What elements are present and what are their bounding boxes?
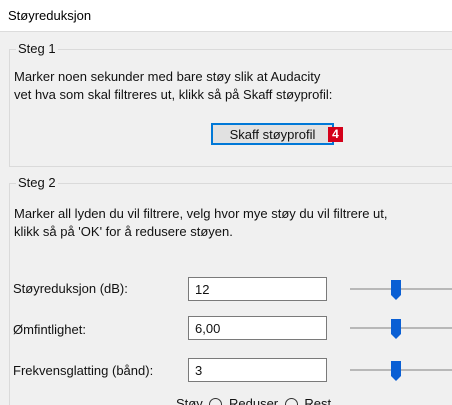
step2-instruction-line1: Marker all lyden du vil filtrere, velg h… [14,206,388,221]
slider-thumb[interactable] [391,280,401,300]
reduce-radio[interactable] [209,398,223,405]
title-bar: Støyreduksjon [0,0,452,32]
frequency-smoothing-input[interactable] [188,358,327,382]
slider-thumb[interactable] [391,361,401,381]
noise-reduction-input[interactable] [188,277,327,301]
get-noise-profile-button[interactable]: Skaff støyprofil [211,123,334,145]
reduce-radio-label: Reduser [228,396,279,405]
noise-reduction-label: Støyreduksjon (dB): [13,281,128,296]
frequency-smoothing-slider[interactable] [350,358,452,382]
step-number-badge: 4 [328,127,343,142]
noise-radio-row: Støy Reduser Rest [176,396,331,405]
step2-legend: Steg 2 [16,175,58,190]
residue-radio-label: Rest [304,396,332,405]
step1-instruction-line1: Marker noen sekunder med bare støy slik … [14,69,321,84]
sensitivity-label: Ømfintlighet: [13,322,86,337]
frequency-smoothing-label: Frekvensglatting (bånd): [13,363,154,378]
residue-radio[interactable] [284,398,298,405]
slider-track [350,369,452,371]
step1-instruction-line2: vet hva som skal filtreres ut, klikk så … [14,87,333,102]
noise-reduction-slider[interactable] [350,277,452,301]
noise-reduction-dialog: Støyreduksjon Steg 1 Marker noen sekunde… [0,0,452,405]
sensitivity-input[interactable] [188,316,327,340]
step1-legend: Steg 1 [16,41,58,56]
step2-instruction-line2: klikk så på 'OK' for å redusere støyen. [14,224,233,239]
noise-radio-label: Støy [176,396,203,405]
slider-thumb[interactable] [391,319,401,339]
slider-track [350,327,452,329]
step1-group: Steg 1 Marker noen sekunder med bare stø… [9,41,452,167]
sensitivity-slider[interactable] [350,316,452,340]
slider-track [350,288,452,290]
window-title: Støyreduksjon [8,8,92,23]
